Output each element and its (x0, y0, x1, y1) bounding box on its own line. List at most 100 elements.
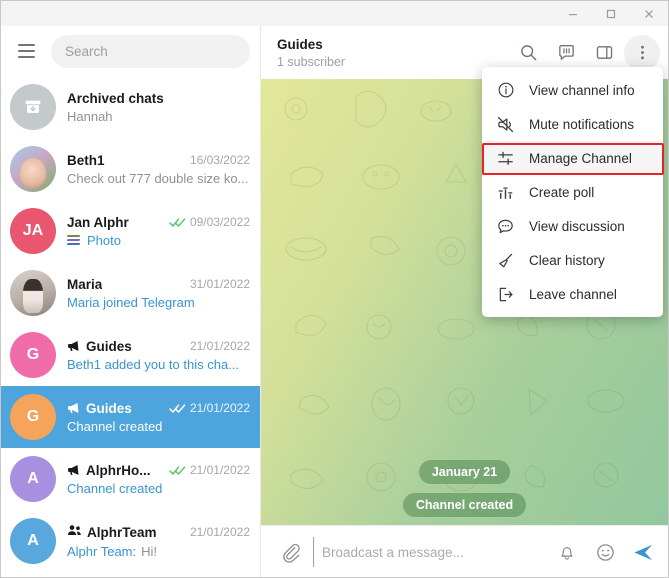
chat-date: 09/03/2022 (189, 215, 250, 229)
list-item-content: Beth1 16/03/2022 Check out 777 double si… (67, 153, 250, 186)
search-icon[interactable] (510, 35, 546, 71)
chat-name: Beth1 (67, 152, 105, 168)
chat-date: 16/03/2022 (189, 153, 250, 167)
chat-sidebar: Search Archived chats Hannah Beth1 16/03… (1, 26, 261, 577)
header-actions (510, 34, 660, 71)
broadcast-icon (67, 464, 81, 476)
message-composer: Broadcast a message... (261, 525, 668, 577)
menu-item-label: Leave channel (529, 286, 617, 302)
avatar: JA (10, 208, 56, 254)
paperclip-icon[interactable] (275, 537, 305, 567)
menu-item-clear-history[interactable]: Clear history (482, 243, 663, 277)
avatar: G (10, 394, 56, 440)
list-item-content: Maria 31/01/2022 Maria joined Telegram (67, 277, 250, 310)
list-item-content: Jan Alphr 09/03/2022 Photo (67, 215, 250, 248)
list-item-alphrhowto[interactable]: A AlphrHo... 21/01/2022 Channel created (1, 448, 260, 510)
message-input[interactable]: Broadcast a message... (313, 537, 552, 567)
chat-preview: Photo (87, 232, 121, 248)
conversation-title-group[interactable]: Guides 1 subscriber (277, 37, 345, 69)
chat-name: Maria (67, 276, 103, 292)
service-message: Channel created (402, 493, 527, 517)
chat-preview-sender: Alphr Team: (67, 544, 137, 559)
menu-item-label: Mute notifications (529, 116, 635, 132)
emoji-icon[interactable] (590, 537, 620, 567)
chat-name: AlphrTeam (87, 524, 157, 540)
list-item-maria[interactable]: Maria 31/01/2022 Maria joined Telegram (1, 262, 260, 324)
avatar (10, 270, 56, 316)
menu-item-view-discussion[interactable]: View discussion (482, 209, 663, 243)
composer-actions (552, 537, 658, 567)
chat-preview: Channel created (67, 480, 163, 496)
avatar-initials: A (27, 532, 39, 549)
read-checks-icon (169, 217, 186, 228)
menu-item-mute-notifications[interactable]: Mute notifications (482, 107, 663, 141)
avatar-initials: G (26, 346, 40, 363)
comment-icon (495, 216, 516, 237)
exit-icon (495, 284, 516, 305)
read-checks-icon (169, 403, 186, 414)
menu-item-label: Manage Channel (529, 150, 632, 166)
list-item-content: Guides 21/01/2022 Channel created (67, 401, 250, 434)
mute-icon (495, 114, 516, 135)
read-checks-icon (169, 465, 186, 476)
chat-preview: Hannah (67, 108, 113, 124)
minimize-button[interactable] (554, 2, 592, 26)
more-icon[interactable] (624, 34, 660, 71)
menu-item-label: Create poll (529, 184, 595, 200)
list-item-jan-alphr[interactable]: JA Jan Alphr 09/03/2022 Photo (1, 200, 260, 262)
chat-date: 21/01/2022 (189, 401, 250, 415)
list-item-guides-selected[interactable]: G Guides 21/01/2022 Channel created (1, 386, 260, 448)
avatar-initials: JA (22, 222, 44, 239)
chat-name: Guides (86, 338, 132, 354)
list-item-alphrteam[interactable]: A AlphrTeam 21/01/2022 Alphr Team: Hi! (1, 510, 260, 572)
avatar-initials: G (26, 408, 40, 425)
telegram-desktop-window: Search Archived chats Hannah Beth1 16/03… (0, 0, 669, 578)
menu-item-manage-channel[interactable]: Manage Channel (482, 141, 663, 175)
broadcast-icon (67, 402, 81, 414)
list-item-archived-chats[interactable]: Archived chats Hannah (1, 76, 260, 138)
search-placeholder: Search (65, 43, 108, 59)
menu-item-view-channel-info[interactable]: View channel info (482, 73, 663, 107)
poll-icon (495, 182, 516, 203)
subscriber-count: 1 subscriber (277, 54, 346, 69)
chat-preview: Beth1 added you to this cha... (67, 356, 240, 372)
sidebar-search-row: Search (1, 26, 260, 76)
close-button[interactable] (630, 2, 668, 26)
menu-item-leave-channel[interactable]: Leave channel (482, 277, 663, 311)
archive-icon (10, 84, 56, 130)
chat-list: Archived chats Hannah Beth1 16/03/2022 C… (1, 76, 260, 572)
chat-name: Jan Alphr (67, 214, 129, 230)
chat-date: 21/01/2022 (189, 525, 250, 539)
discussion-icon[interactable] (548, 35, 584, 71)
message-list: January 21 Channel created (261, 460, 668, 517)
list-item-content: AlphrHo... 21/01/2022 Channel created (67, 463, 250, 496)
page-title: Guides (277, 36, 323, 52)
search-input[interactable]: Search (51, 34, 250, 68)
avatar: A (10, 456, 56, 502)
hamburger-icon[interactable] (9, 34, 43, 68)
chat-preview: Hi! (141, 544, 158, 559)
list-item-content: Guides 21/01/2022 Beth1 added you to thi… (67, 339, 250, 372)
broadcast-icon (67, 340, 81, 352)
list-item-content: AlphrTeam 21/01/2022 Alphr Team: Hi! (67, 523, 250, 560)
send-icon[interactable] (628, 537, 658, 567)
menu-item-label: View discussion (529, 218, 625, 234)
list-item-beth1[interactable]: Beth1 16/03/2022 Check out 777 double si… (1, 138, 260, 200)
title-bar (1, 1, 668, 27)
info-icon (495, 80, 516, 101)
date-separator: January 21 (418, 460, 511, 484)
menu-item-label: Clear history (529, 252, 605, 268)
menu-item-label: View channel info (529, 82, 635, 98)
panel-icon[interactable] (586, 35, 622, 71)
chat-name: Archived chats (67, 90, 164, 106)
broom-icon (495, 250, 516, 271)
chat-preview: Channel created (67, 418, 163, 434)
menu-item-create-poll[interactable]: Create poll (482, 175, 663, 209)
avatar: A (10, 518, 56, 564)
maximize-button[interactable] (592, 2, 630, 26)
chat-name: Guides (86, 400, 132, 416)
message-placeholder: Broadcast a message... (322, 544, 464, 560)
list-item-guides-1[interactable]: G Guides 21/01/2022 Beth1 added you to t… (1, 324, 260, 386)
chat-name: AlphrHo... (86, 462, 151, 478)
bell-icon[interactable] (552, 537, 582, 567)
